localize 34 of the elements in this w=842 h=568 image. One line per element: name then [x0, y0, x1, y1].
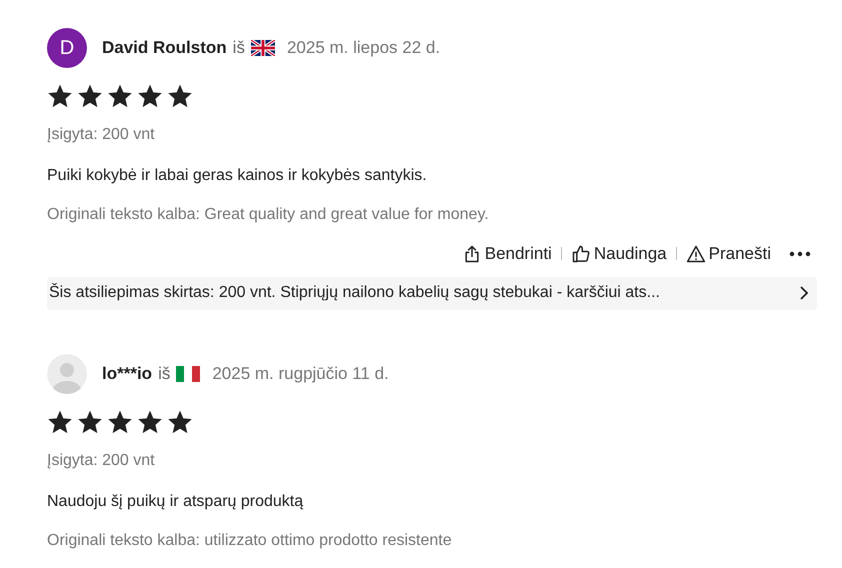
avatar-icon [47, 354, 87, 394]
review-text: Naudoju šį puikų ir atsparų produktą [47, 492, 304, 512]
chevron-right-icon [799, 286, 809, 300]
star-icon [47, 408, 73, 434]
star-icon [77, 408, 103, 434]
more-icon[interactable] [789, 250, 811, 257]
star-icon [137, 408, 163, 434]
flag-icon [250, 40, 275, 56]
warning-icon [686, 244, 706, 264]
star-icon [167, 408, 193, 434]
action-button[interactable]: Pranešti [686, 241, 771, 266]
star-icon [137, 83, 163, 109]
action-button[interactable]: Bendrinti [462, 241, 552, 266]
star-icon [47, 83, 73, 109]
star-icon [167, 83, 193, 109]
review-date: 2025 m. rugpjūčio 11 d. [212, 362, 389, 385]
star-icon [77, 83, 103, 109]
from-label: iš [158, 362, 170, 385]
reviewer-name: lo***io [102, 362, 152, 385]
original-text: Originali teksto kalba: utilizzato ottimo prodotto resistente [47, 530, 453, 550]
purchased-quantity: Įsigyta: 200 vnt [47, 450, 156, 470]
reviewer-name: David Roulston [102, 37, 227, 60]
action-button[interactable]: Naudinga [570, 241, 667, 266]
thumbs-up-icon [570, 244, 591, 264]
original-text: Originali teksto kalba: Great quality and great value for money. [47, 205, 490, 225]
product-link[interactable]: Šis atsiliepimas skirtas: 200 vnt. Stipriųjų nailono kabelių sagų stebukai - karščiui ats... [47, 276, 817, 310]
star-icon [107, 83, 133, 109]
from-label: iš [232, 37, 245, 60]
star-icon [107, 408, 133, 434]
avatar: D [47, 28, 87, 68]
purchased-quantity: Įsigyta: 200 vnt [47, 125, 156, 145]
flag-icon [176, 364, 200, 382]
review-text: Puiki kokybė ir labai geras kainos ir kokybės santykis. [47, 166, 428, 186]
review-date: 2025 m. liepos 22 d. [286, 37, 440, 60]
